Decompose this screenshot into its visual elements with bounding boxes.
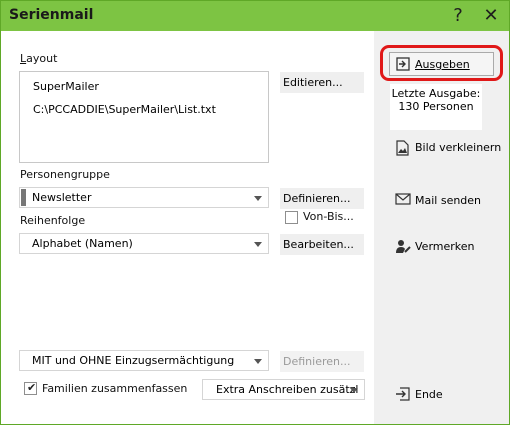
output-arrow-icon [396, 57, 410, 71]
help-icon[interactable]: ? [447, 5, 469, 27]
reihenfolge-value: Alphabet (Namen) [32, 237, 133, 250]
selection-marker [21, 189, 26, 206]
last-output-count: 130 Personen [398, 100, 474, 113]
define-einzug-label: Definieren... [283, 355, 351, 368]
chevron-down-icon [254, 242, 262, 247]
extra-anschreiben-value: Extra Anschreiben zusätzl [216, 383, 359, 396]
familien-label: Familien zusammenfassen [42, 382, 188, 395]
ausgeben-button[interactable]: Ausgeben [389, 52, 494, 76]
personengruppe-value: Newsletter [32, 191, 92, 204]
define-personengruppe-button[interactable]: Definieren... [280, 188, 364, 209]
personengruppe-label: Personengruppe [20, 168, 110, 181]
extra-anschreiben-select[interactable]: Extra Anschreiben zusätzl [202, 379, 365, 400]
einzug-value: MIT und OHNE Einzugsermächtigung [32, 354, 235, 367]
mail-icon [395, 193, 411, 205]
reihenfolge-label: Reihenfolge [20, 214, 86, 227]
ende-button[interactable]: Ende [395, 387, 455, 405]
ausgeben-label: Ausgeben [415, 58, 470, 71]
edit-reihenfolge-label: Bearbeiten... [283, 238, 354, 251]
last-output-box: Letzte Ausgabe: 130 Personen [390, 84, 482, 130]
window-title: Serienmail [9, 7, 94, 23]
layout-item[interactable]: C:\PCCADDIE\SuperMailer\List.txt [33, 103, 216, 116]
layout-item[interactable]: SuperMailer [33, 80, 99, 93]
einzug-select[interactable]: MIT und OHNE Einzugsermächtigung [19, 350, 269, 371]
familien-checkbox[interactable]: ✔ [24, 381, 37, 395]
von-bis-label: Von-Bis... [303, 210, 354, 223]
reihenfolge-select[interactable]: Alphabet (Namen) [19, 233, 269, 254]
edit-layout-button-label: Editieren... [283, 76, 343, 89]
exit-icon [396, 387, 410, 401]
close-icon[interactable]: ✕ [480, 5, 502, 27]
user-edit-icon [396, 240, 411, 253]
serienmail-window: Serienmail ? ✕ Layout SuperMailer C:\PCC… [0, 0, 510, 425]
mail-senden-button[interactable]: Mail senden [395, 193, 495, 211]
title-bar: Serienmail ? ✕ [1, 1, 509, 31]
mail-senden-label: Mail senden [415, 194, 482, 207]
chevron-down-icon [254, 359, 262, 364]
chevron-down-icon [350, 388, 358, 393]
edit-reihenfolge-button[interactable]: Bearbeiten... [280, 234, 364, 255]
define-einzug-button[interactable]: Definieren... [280, 351, 364, 372]
bild-verkleinern-label: Bild verkleinern [415, 141, 502, 154]
personengruppe-select[interactable]: Newsletter [19, 187, 269, 208]
edit-layout-button[interactable]: Editieren... [280, 72, 364, 93]
chevron-down-icon [254, 196, 262, 201]
ende-label: Ende [415, 388, 443, 401]
vermerken-button[interactable]: Vermerken [395, 239, 485, 257]
layout-listbox[interactable]: SuperMailer C:\PCCADDIE\SuperMailer\List… [19, 71, 269, 163]
checkmark-icon: ✔ [27, 381, 37, 394]
von-bis-checkbox[interactable] [285, 211, 298, 224]
layout-label: Layout [20, 52, 58, 65]
image-icon [396, 140, 409, 156]
define-button-label: Definieren... [283, 192, 351, 205]
vermerken-label: Vermerken [415, 240, 475, 253]
layout-label-rest: ayout [26, 52, 58, 65]
bild-verkleinern-button[interactable]: Bild verkleinern [395, 140, 507, 160]
last-output-title: Letzte Ausgabe: [391, 87, 481, 100]
